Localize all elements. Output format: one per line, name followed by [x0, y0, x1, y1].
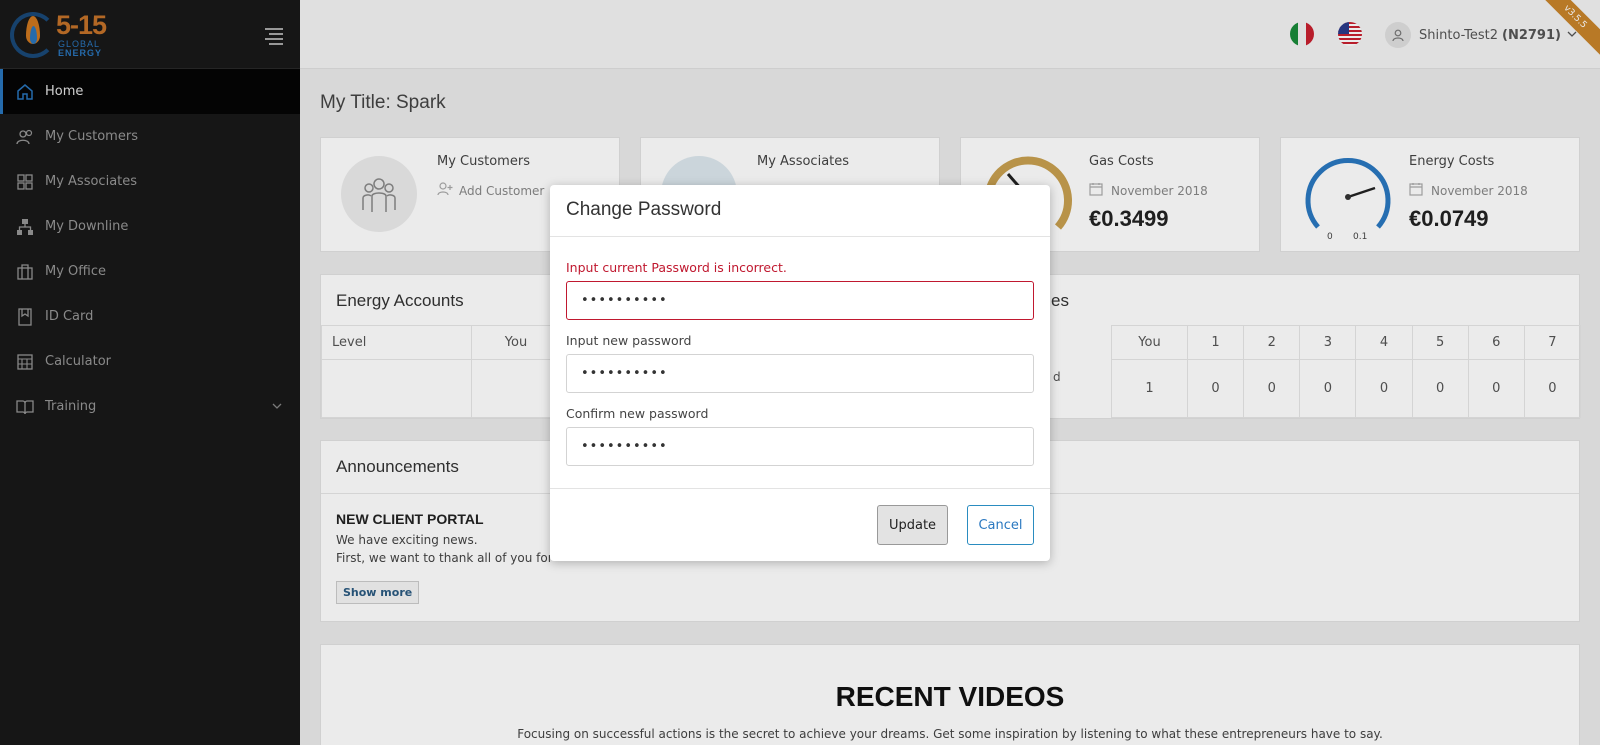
- confirm-password-input[interactable]: [566, 427, 1034, 466]
- update-button[interactable]: Update: [877, 505, 948, 545]
- current-password-input[interactable]: [566, 281, 1034, 320]
- new-password-label: Input new password: [566, 333, 692, 348]
- change-password-dialog: Change Password Input current Password i…: [550, 185, 1050, 561]
- confirm-password-label: Confirm new password: [566, 406, 709, 421]
- cancel-button[interactable]: Cancel: [967, 505, 1034, 545]
- current-password-error-label: Input current Password is incorrect.: [566, 260, 787, 275]
- dialog-title: Change Password: [550, 185, 1050, 237]
- dialog-footer: Update Cancel: [550, 488, 1050, 561]
- new-password-input[interactable]: [566, 354, 1034, 393]
- sidebar-dim-overlay: [0, 0, 300, 745]
